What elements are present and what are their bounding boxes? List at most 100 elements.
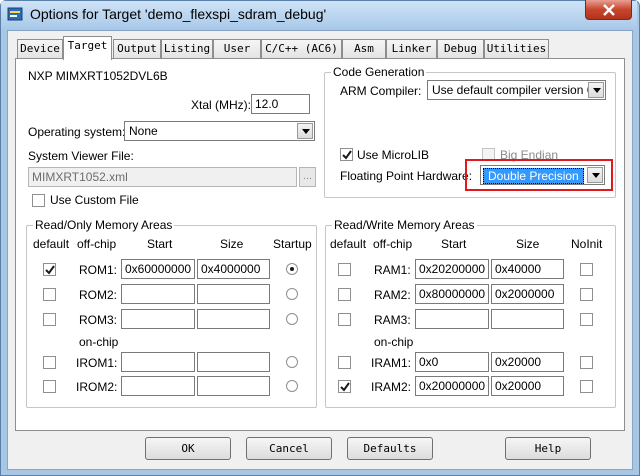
help-button[interactable]: Help [505,437,591,460]
irom2-startup-radio[interactable] [286,380,298,392]
tab-listing[interactable]: Listing [161,39,213,59]
chevron-down-icon[interactable] [588,82,604,98]
tab-c-cpp[interactable]: C/C++ (AC6) [261,39,342,59]
rom3-default-checkbox[interactable] [43,313,56,326]
iram2-default-checkbox[interactable] [338,380,351,393]
ram-header-noinit: NoInit [571,237,603,251]
tab-device[interactable]: Device [17,39,63,59]
ram1-size-input[interactable]: 0x40000 [491,259,564,279]
iram1-size-input[interactable]: 0x20000 [491,352,564,372]
ram1-noinit-checkbox[interactable] [580,263,593,276]
xtal-input[interactable]: 12.0 [251,94,310,114]
arm-compiler-value: Use default compiler version 6 [432,83,594,97]
irom1-startup-radio[interactable] [286,356,298,368]
rom1-start-input[interactable]: 0x60000000 [121,259,195,279]
xtal-label: Xtal (MHz): [191,98,251,112]
device-name: NXP MIMXRT1052DVL6B [28,69,168,83]
tab-user[interactable]: User [213,39,261,59]
rom-header-default: default [33,237,70,251]
cancel-button[interactable]: Cancel [246,437,332,460]
rom2-startup-radio[interactable] [286,288,298,300]
tab-asm[interactable]: Asm [342,39,386,59]
rom1-size-input[interactable]: 0x4000000 [197,259,270,279]
rom3-start-input[interactable] [121,309,195,329]
ram-header-start: Start [441,237,467,251]
irom2-default-checkbox[interactable] [43,380,56,393]
irom1-start-input[interactable] [121,352,195,372]
app-icon [7,6,23,22]
checkmark-icon [342,150,352,160]
tab-target[interactable]: Target [63,36,112,60]
checkmark-icon [45,265,55,275]
rom-onchip-label: on-chip [79,335,119,349]
operating-system-select[interactable]: None [124,121,315,141]
iram1-default-checkbox[interactable] [338,356,351,369]
ram-header-size: Size [516,237,540,251]
irom1-size-input[interactable] [197,352,270,372]
ram1-default-checkbox[interactable] [338,263,351,276]
rom3-size-input[interactable] [197,309,270,329]
ram-onchip-label: on-chip [374,335,414,349]
defaults-button[interactable]: Defaults [347,437,433,460]
ram-header-offchip: off-chip [373,237,413,251]
browse-button: ... [299,167,316,187]
rom2-default-checkbox[interactable] [43,288,56,301]
rom2-start-input[interactable] [121,284,195,304]
rom3-startup-radio[interactable] [286,313,298,325]
arm-compiler-label: ARM Compiler: [340,84,422,98]
iram1-label: IRAM1: [371,356,412,370]
ram3-default-checkbox[interactable] [338,313,351,326]
arm-compiler-select[interactable]: Use default compiler version 6 [427,80,606,100]
tab-utilities[interactable]: Utilities [484,39,549,59]
irom1-default-checkbox[interactable] [43,356,56,369]
iram1-start-input[interactable]: 0x0 [415,352,489,372]
ram3-start-input[interactable] [415,309,489,329]
ram-areas-legend: Read/Write Memory Areas [332,218,477,232]
tab-debug[interactable]: Debug [437,39,484,59]
operating-system-label: Operating system: [28,125,126,139]
window-title: Options for Target 'demo_flexspi_sdram_d… [30,6,327,22]
ok-button[interactable]: OK [145,437,231,460]
rom2-size-input[interactable] [197,284,270,304]
highlight-annotation [465,159,613,191]
use-custom-file-checkbox[interactable] [32,194,45,207]
tab-output[interactable]: Output [113,39,161,59]
chevron-down-icon[interactable] [297,123,313,139]
ram3-size-input[interactable] [491,309,564,329]
iram2-size-input[interactable]: 0x20000 [491,376,564,396]
ram2-noinit-checkbox[interactable] [580,288,593,301]
floating-point-hardware-label: Floating Point Hardware: [340,169,473,183]
iram2-start-input[interactable]: 0x20000000 [415,376,489,396]
ram2-start-input[interactable]: 0x80000000 [415,284,489,304]
ram1-label: RAM1: [374,263,411,277]
checkmark-icon [340,382,350,392]
close-button[interactable] [585,0,632,20]
iram1-noinit-checkbox[interactable] [580,356,593,369]
ram2-label: RAM2: [374,288,411,302]
close-icon [603,4,615,16]
rom1-label: ROM1: [79,263,118,277]
rom-header-startup: Startup [273,237,312,251]
ram-header-default: default [330,237,367,251]
use-microlib-checkbox[interactable] [340,148,353,161]
ram1-start-input[interactable]: 0x20200000 [415,259,489,279]
irom2-size-input[interactable] [197,376,270,396]
system-viewer-file-input: MIMXRT1052.xml [28,167,297,187]
rom-header-offchip: off-chip [77,237,117,251]
rom-areas-legend: Read/Only Memory Areas [33,218,175,232]
tab-linker[interactable]: Linker [386,39,437,59]
use-custom-file-label: Use Custom File [50,193,139,207]
rom1-startup-radio[interactable] [286,263,298,275]
irom2-start-input[interactable] [121,376,195,396]
operating-system-value: None [129,124,158,138]
irom2-label: IROM2: [76,380,118,394]
ram2-default-checkbox[interactable] [338,288,351,301]
system-viewer-file-label: System Viewer File: [28,149,134,163]
use-microlib-label: Use MicroLIB [357,148,430,162]
iram2-noinit-checkbox[interactable] [580,380,593,393]
rom-header-start: Start [147,237,173,251]
rom-header-size: Size [220,237,244,251]
ram3-noinit-checkbox[interactable] [580,313,593,326]
ram2-size-input[interactable]: 0x2000000 [491,284,564,304]
rom1-default-checkbox[interactable] [43,263,56,276]
